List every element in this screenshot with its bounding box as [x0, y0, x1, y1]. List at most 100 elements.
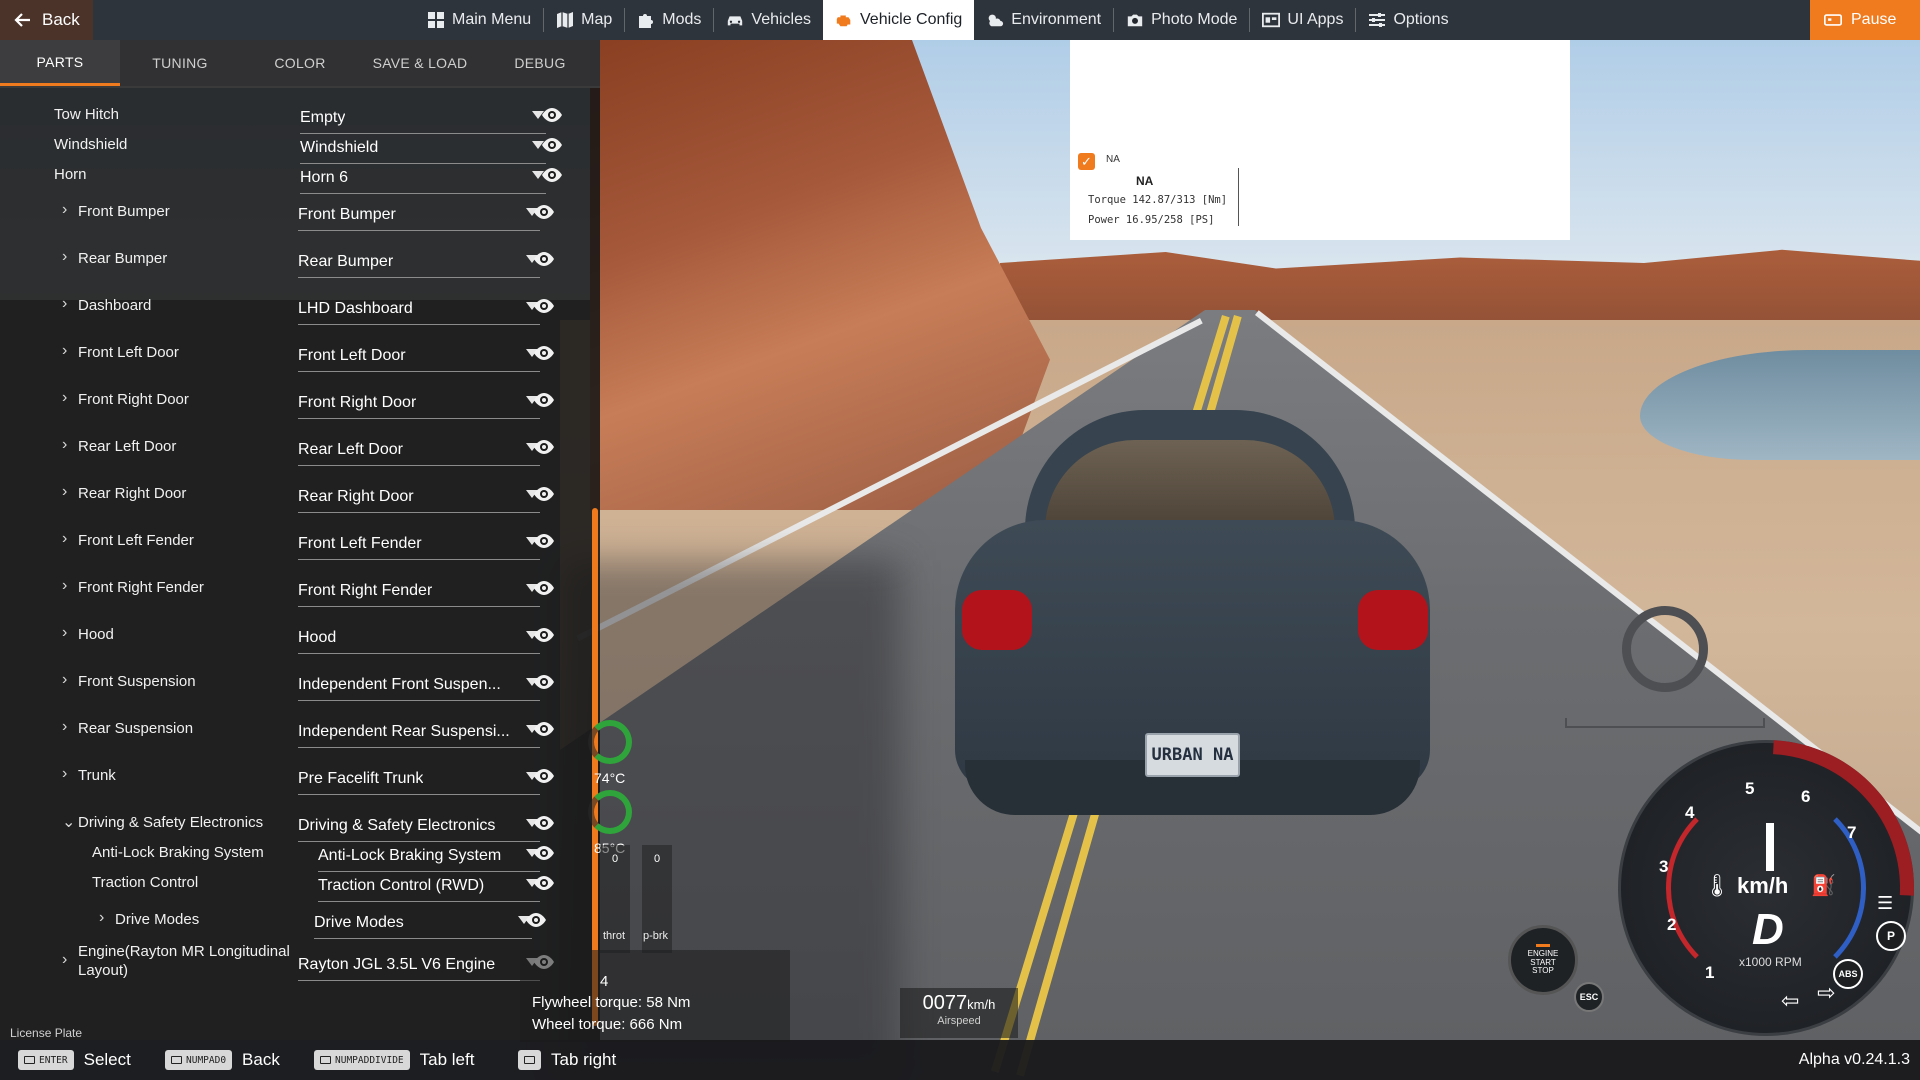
engine-start-stop-label: ENGINE START STOP	[1527, 948, 1559, 976]
eye-icon[interactable]	[533, 389, 555, 411]
back-button[interactable]: Back	[0, 0, 93, 40]
tab-save-load[interactable]: SAVE & LOAD	[360, 40, 480, 86]
eye-icon[interactable]	[533, 530, 555, 552]
part-row-traction-control: Traction Control Traction Control (RWD)	[0, 866, 585, 906]
nav-mods[interactable]: Mods	[625, 0, 713, 40]
part-dropdown[interactable]: Front Left Door	[298, 338, 540, 372]
tab-parts[interactable]: PARTS	[0, 40, 120, 86]
eye-icon[interactable]	[533, 436, 555, 458]
part-selected-value: Pre Facelift Trunk	[298, 770, 424, 787]
hint-tab-right[interactable]: Tab right	[518, 1050, 616, 1070]
nav-vehicle-config[interactable]: Vehicle Config	[823, 0, 975, 40]
part-row-front-right-fender: › Front Right Fender Front Right Fender	[0, 571, 585, 611]
part-dropdown[interactable]: Rear Right Door	[298, 479, 540, 513]
part-row-horn: Horn Horn 6	[0, 158, 585, 198]
hint-label: Select	[83, 1050, 131, 1069]
part-dropdown[interactable]: Horn 6	[300, 160, 546, 194]
part-dropdown[interactable]: Front Bumper	[298, 197, 540, 231]
part-selected-value: Rayton JGL 3.5L V6 Engine	[298, 956, 496, 973]
nav-options[interactable]: Options	[1356, 0, 1460, 40]
part-dropdown[interactable]: Independent Front Suspen...	[298, 667, 540, 701]
eye-icon[interactable]	[533, 483, 555, 505]
tab-color[interactable]: COLOR	[240, 40, 360, 86]
tab-debug[interactable]: DEBUG	[480, 40, 600, 86]
chevron-right-icon[interactable]: ›	[62, 201, 67, 219]
part-dropdown[interactable]: LHD Dashboard	[298, 291, 540, 325]
hint-back[interactable]: NUMPAD0 Back	[165, 1050, 280, 1070]
chevron-right-icon[interactable]: ›	[62, 718, 67, 736]
eye-icon[interactable]	[533, 342, 555, 364]
chevron-right-icon[interactable]: ›	[62, 389, 67, 407]
nav-label: Photo Mode	[1151, 11, 1238, 28]
nav-map[interactable]: Map	[544, 0, 624, 40]
part-dropdown[interactable]: Front Right Fender	[298, 573, 540, 607]
part-dropdown[interactable]: Front Left Fender	[298, 526, 540, 560]
tab-tuning[interactable]: TUNING	[120, 40, 240, 86]
eye-icon[interactable]	[533, 201, 555, 223]
part-dropdown[interactable]: Rear Bumper	[298, 244, 540, 278]
part-label: Traction Control	[92, 874, 199, 891]
part-selected-value: Front Bumper	[298, 206, 396, 223]
engine-start-stop-button[interactable]: ENGINE START STOP	[1508, 925, 1578, 995]
gear-value: 4	[600, 973, 609, 990]
nav-photo-mode[interactable]: Photo Mode	[1114, 0, 1249, 40]
part-row-dashboard: › Dashboard LHD Dashboard	[0, 289, 585, 329]
eye-icon[interactable]	[541, 104, 563, 126]
part-dropdown[interactable]: Drive Modes	[314, 905, 532, 939]
chevron-right-icon[interactable]: ›	[62, 671, 67, 689]
part-label: Drive Modes	[115, 911, 200, 928]
chevron-right-icon[interactable]: ›	[99, 909, 104, 927]
nav-ui-apps[interactable]: UI Apps	[1250, 0, 1355, 40]
eye-icon[interactable]	[533, 295, 555, 317]
eye-icon[interactable]	[533, 718, 555, 740]
chevron-right-icon[interactable]: ›	[62, 577, 67, 595]
eye-icon[interactable]	[541, 134, 563, 156]
nav-vehicles[interactable]: Vehicles	[714, 0, 823, 40]
chevron-right-icon[interactable]: ›	[62, 248, 67, 266]
part-dropdown[interactable]: Front Right Door	[298, 385, 540, 419]
eye-icon[interactable]	[533, 671, 555, 693]
checkbox-na[interactable]: ✓	[1078, 153, 1095, 170]
chevron-right-icon[interactable]: ›	[62, 295, 67, 313]
part-dropdown[interactable]: Independent Rear Suspensi...	[298, 714, 540, 748]
part-dropdown[interactable]: Traction Control (RWD)	[318, 868, 540, 902]
part-label: Anti-Lock Braking System	[92, 844, 264, 861]
eye-icon[interactable]	[533, 624, 555, 646]
eye-icon[interactable]	[533, 248, 555, 270]
pause-button[interactable]: Pause	[1810, 0, 1920, 40]
part-dropdown[interactable]: Rear Left Door	[298, 432, 540, 466]
eye-icon[interactable]	[533, 577, 555, 599]
eye-icon[interactable]	[533, 872, 555, 894]
part-dropdown[interactable]: Rayton JGL 3.5L V6 Engine	[298, 947, 540, 981]
nav-label: Options	[1393, 11, 1449, 28]
part-selected-value: Traction Control (RWD)	[318, 877, 485, 894]
chevron-right-icon[interactable]: ›	[62, 951, 67, 969]
chevron-right-icon[interactable]: ›	[62, 765, 67, 783]
chevron-right-icon[interactable]: ›	[62, 342, 67, 360]
chevron-down-icon[interactable]: ⌄	[62, 812, 75, 832]
chevron-right-icon[interactable]: ›	[62, 436, 67, 454]
chevron-right-icon[interactable]: ›	[62, 624, 67, 642]
rpm-label: x1000 RPM	[1739, 955, 1802, 969]
scrollbar[interactable]	[592, 508, 598, 1026]
nav-environment[interactable]: Environment	[974, 0, 1113, 40]
hint-tab-left[interactable]: NUMPADDIVIDE Tab left	[314, 1050, 474, 1070]
hint-select[interactable]: ENTER Select	[18, 1050, 131, 1070]
car-icon	[726, 11, 744, 29]
eye-icon[interactable]	[525, 909, 547, 931]
eye-icon[interactable]	[541, 164, 563, 186]
part-dropdown[interactable]: Hood	[298, 620, 540, 654]
main-nav: Main Menu Map Mods Vehicles Vehicle Conf…	[415, 0, 1461, 40]
part-label: Front Bumper	[78, 203, 170, 220]
part-row-rear-suspension: › Rear Suspension Independent Rear Suspens…	[0, 712, 585, 752]
eye-icon[interactable]	[533, 842, 555, 864]
part-dropdown[interactable]: Pre Facelift Trunk	[298, 761, 540, 795]
nav-main-menu[interactable]: Main Menu	[415, 0, 543, 40]
chevron-right-icon[interactable]: ›	[62, 530, 67, 548]
part-label: Trunk	[78, 767, 116, 784]
eye-icon[interactable]	[533, 765, 555, 787]
eye-icon[interactable]	[533, 812, 555, 834]
part-label: Windshield	[54, 136, 128, 153]
pause-label: Pause	[1851, 11, 1897, 28]
chevron-right-icon[interactable]: ›	[62, 483, 67, 501]
